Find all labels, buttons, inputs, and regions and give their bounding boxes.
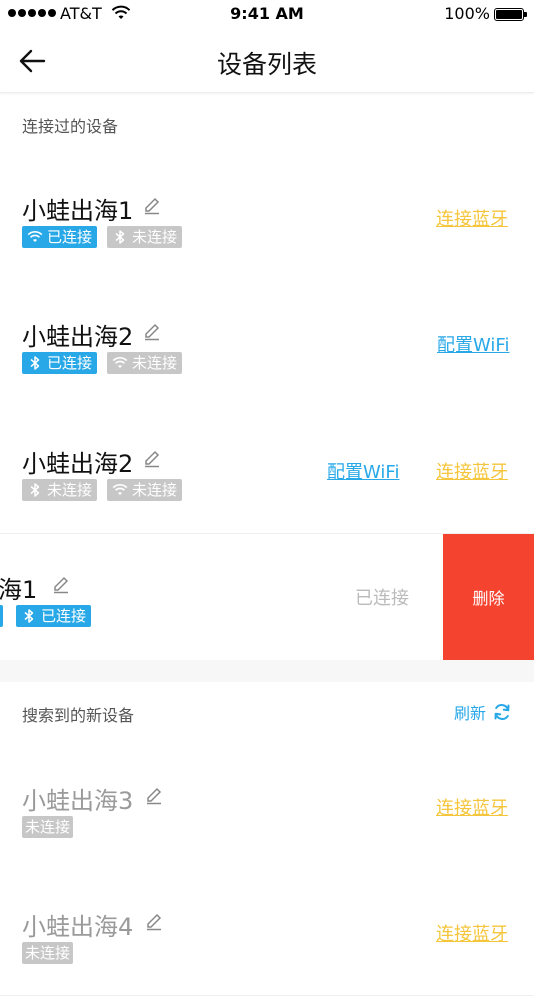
bluetooth-icon [24, 609, 34, 623]
bluetooth-icon [30, 356, 40, 370]
refresh-icon [494, 704, 510, 720]
bluetooth-status-tag: 未连接 [107, 226, 183, 248]
device-row-swiped[interactable]: 海1 接 已连接 已连接 删除 [0, 534, 534, 661]
bluetooth-status-tag: 未连接 [22, 479, 98, 501]
edit-pencil-icon[interactable] [145, 787, 163, 805]
connect-bluetooth-link[interactable]: 连接蓝牙 [436, 458, 508, 484]
bluetooth-icon [30, 483, 40, 497]
wifi-icon [112, 356, 128, 368]
device-row[interactable]: 小蛙出海2 已连接 未连接 配置WiFi [0, 281, 534, 408]
edit-pencil-icon[interactable] [143, 197, 161, 215]
status-bar: AT&T 9:41 AM 100% [0, 0, 534, 30]
device-name: 小蛙出海4 [22, 913, 134, 941]
device-row[interactable]: 小蛙出海1 已连接 未连接 连接蓝牙 [0, 155, 534, 282]
connection-status-tag: 未连接 [22, 942, 74, 964]
battery-percent: 100% [444, 4, 490, 23]
refresh-button[interactable]: 刷新 [454, 700, 512, 724]
connection-status-tag: 未连接 [22, 816, 74, 838]
wifi-icon [112, 483, 128, 495]
section-divider [0, 660, 534, 682]
delete-button[interactable]: 删除 [443, 534, 534, 660]
edit-pencil-icon[interactable] [143, 450, 161, 468]
connection-status-text: 已连接 [355, 588, 409, 609]
wifi-status-tag: 接 [0, 605, 4, 627]
new-device-row[interactable]: 小蛙出海4 未连接 连接蓝牙 [0, 869, 534, 996]
connect-bluetooth-link[interactable]: 连接蓝牙 [436, 205, 508, 231]
edit-pencil-icon[interactable] [145, 913, 163, 931]
device-name: 小蛙出海1 [22, 197, 134, 225]
connect-bluetooth-link[interactable]: 连接蓝牙 [436, 920, 508, 946]
wifi-status-tag: 已连接 [22, 226, 98, 248]
wifi-icon [27, 230, 43, 242]
device-name: 海1 [0, 576, 38, 604]
battery-icon [494, 8, 524, 21]
bluetooth-status-tag: 已连接 [16, 605, 92, 627]
section-label-new: 搜索到的新设备 [22, 706, 135, 725]
device-name: 小蛙出海2 [22, 323, 134, 351]
wifi-status-tag: 未连接 [107, 352, 183, 374]
connect-bluetooth-link[interactable]: 连接蓝牙 [436, 794, 508, 820]
nav-bar: 设备列表 [0, 30, 534, 93]
edit-pencil-icon[interactable] [143, 323, 161, 341]
device-name: 小蛙出海3 [22, 787, 134, 815]
configure-wifi-link[interactable]: 配置WiFi [327, 458, 399, 484]
edit-pencil-icon[interactable] [52, 576, 70, 594]
page-title: 设备列表 [216, 50, 317, 79]
device-row[interactable]: 小蛙出海2 未连接 未连接 配置WiFi 连接蓝牙 [0, 407, 534, 534]
new-device-row[interactable]: 小蛙出海3 未连接 连接蓝牙 [0, 743, 534, 870]
configure-wifi-link[interactable]: 配置WiFi [437, 331, 509, 357]
bluetooth-icon [115, 230, 125, 244]
section-label-connected: 连接过的设备 [22, 117, 119, 136]
wifi-status-tag: 未连接 [107, 479, 183, 501]
bluetooth-status-tag: 已连接 [22, 352, 98, 374]
device-name: 小蛙出海2 [22, 450, 134, 478]
